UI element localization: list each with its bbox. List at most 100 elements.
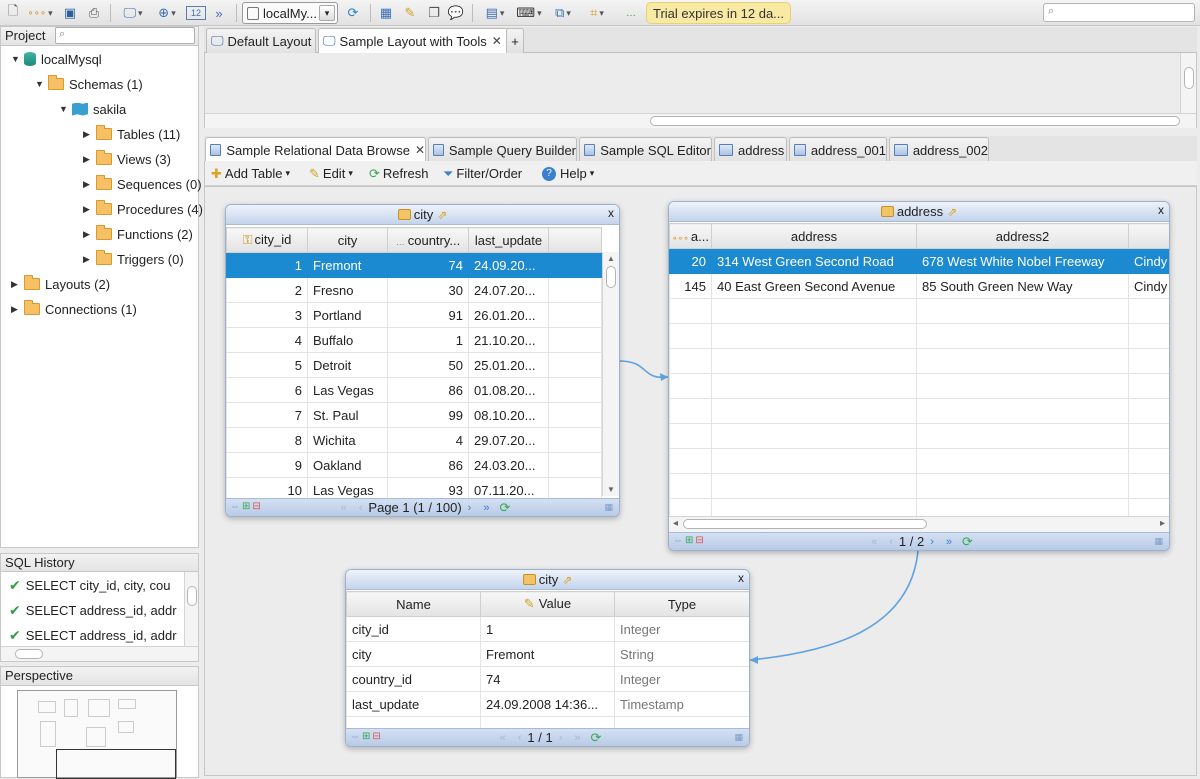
table-cell[interactable]: Fremont: [307, 252, 388, 278]
table-cell[interactable]: Cindy: [1128, 248, 1169, 274]
refresh-icon[interactable]: ⟳: [962, 534, 973, 550]
table-cell[interactable]: [669, 373, 712, 399]
footer-tools-icon[interactable]: ⇔⊞⊟: [230, 501, 263, 512]
table-row[interactable]: 7 St. Paul 99 08.10.20...: [226, 402, 602, 428]
table-row[interactable]: 5 Detroit 50 25.01.20...: [226, 352, 602, 378]
table-cell[interactable]: 4: [226, 327, 308, 353]
table-cell[interactable]: [669, 473, 712, 499]
resize-grip-icon[interactable]: ▦: [734, 732, 743, 743]
table-cell[interactable]: [548, 277, 602, 303]
table-cell[interactable]: [1128, 398, 1169, 424]
expand-icon[interactable]: ⇗: [947, 205, 957, 219]
column-header[interactable]: address: [711, 223, 917, 249]
table-cell[interactable]: 74: [480, 666, 615, 692]
resize-grip-icon[interactable]: ▦: [1154, 536, 1163, 547]
column-header[interactable]: [1128, 223, 1169, 249]
table-cell[interactable]: [916, 398, 1129, 424]
table-cell[interactable]: [548, 402, 602, 428]
table-row[interactable]: [669, 423, 1169, 449]
table-cell[interactable]: [548, 427, 602, 453]
table-cell[interactable]: [1128, 423, 1169, 449]
table-cell[interactable]: [711, 348, 917, 374]
table-cell[interactable]: [711, 423, 917, 449]
column-header[interactable]: last_update: [468, 227, 549, 253]
close-icon[interactable]: x: [738, 571, 744, 585]
table-row[interactable]: 6 Las Vegas 86 01.08.20...: [226, 377, 602, 403]
table-cell[interactable]: [711, 323, 917, 349]
column-header[interactable]: Type: [614, 591, 749, 617]
table-row[interactable]: 145 40 East Green Second Avenue 85 South G…: [669, 273, 1169, 299]
table-cell[interactable]: city_id: [346, 616, 481, 642]
table-cell[interactable]: Detroit: [307, 352, 388, 378]
table-cell[interactable]: 40 East Green Second Avenue: [711, 273, 917, 299]
table-cell[interactable]: 8: [226, 427, 308, 453]
scrollbar-thumb[interactable]: [683, 519, 927, 529]
expand-icon[interactable]: ⇗: [437, 208, 447, 222]
frame-title-bar[interactable]: city ⇗ x: [226, 205, 619, 225]
table-cell[interactable]: [1128, 298, 1169, 324]
table-cell[interactable]: Timestamp: [614, 691, 749, 717]
table-cell[interactable]: 08.10.20...: [468, 402, 549, 428]
table-cell[interactable]: Wichita: [307, 427, 388, 453]
expand-icon[interactable]: ⇗: [562, 573, 572, 587]
table-cell[interactable]: [916, 448, 1129, 474]
column-header[interactable]: address2: [916, 223, 1129, 249]
table-row[interactable]: [669, 348, 1169, 374]
table-cell[interactable]: 99: [387, 402, 469, 428]
next-page-icon[interactable]: ›: [930, 536, 934, 548]
table-cell[interactable]: 50: [387, 352, 469, 378]
table-cell[interactable]: [1128, 348, 1169, 374]
city-detail-frame[interactable]: city ⇗ x Name ✎ Value Type city_id 1 Integer cit…: [345, 569, 750, 747]
table-row[interactable]: [669, 473, 1169, 499]
table-cell[interactable]: Buffalo: [307, 327, 388, 353]
table-cell[interactable]: 24.07.20...: [468, 277, 549, 303]
table-cell[interactable]: 4: [387, 427, 469, 453]
table-cell[interactable]: [669, 423, 712, 449]
table-row[interactable]: 8 Wichita 4 29.07.20...: [226, 427, 602, 453]
footer-tools-icon[interactable]: ⇔⊞⊟: [350, 731, 383, 742]
table-cell[interactable]: 24.09.20...: [468, 252, 549, 278]
column-header[interactable]: … country...: [387, 227, 469, 253]
table-cell[interactable]: last_update: [346, 691, 481, 717]
table-cell[interactable]: 7: [226, 402, 308, 428]
refresh-icon[interactable]: ⟳: [590, 730, 601, 746]
table-cell[interactable]: 1: [480, 616, 615, 642]
table-cell[interactable]: [711, 473, 917, 499]
table-cell[interactable]: [711, 373, 917, 399]
table-cell[interactable]: Fremont: [480, 641, 615, 667]
city-vertical-scrollbar[interactable]: ▲ ▼: [602, 252, 619, 496]
table-cell[interactable]: 145: [669, 273, 712, 299]
table-row[interactable]: [669, 298, 1169, 324]
table-row[interactable]: [669, 373, 1169, 399]
table-row[interactable]: 4 Buffalo 1 21.10.20...: [226, 327, 602, 353]
footer-tools-icon[interactable]: ⇔⊞⊟: [673, 535, 706, 546]
frame-title-bar[interactable]: address ⇗ x: [669, 202, 1169, 222]
column-header[interactable]: Name: [346, 591, 481, 617]
table-cell[interactable]: [548, 452, 602, 478]
table-cell[interactable]: 91: [387, 302, 469, 328]
table-cell[interactable]: country_id: [346, 666, 481, 692]
table-cell[interactable]: 21.10.20...: [468, 327, 549, 353]
table-cell[interactable]: [548, 302, 602, 328]
table-cell[interactable]: [669, 398, 712, 424]
next-page-icon[interactable]: ›: [468, 502, 472, 514]
table-cell[interactable]: 30: [387, 277, 469, 303]
chevron-right-icon[interactable]: ▸: [1160, 518, 1165, 529]
table-row[interactable]: city Fremont String: [346, 641, 749, 667]
column-header[interactable]: ∘∘∘ a...: [669, 223, 712, 249]
scrollbar-thumb[interactable]: [606, 266, 616, 288]
table-cell[interactable]: 85 South Green New Way: [916, 273, 1129, 299]
last-page-icon[interactable]: »: [483, 502, 489, 514]
table-row[interactable]: [669, 398, 1169, 424]
table-cell[interactable]: [916, 473, 1129, 499]
table-row[interactable]: 20 314 West Green Second Road 678 West Whi…: [669, 248, 1169, 274]
table-cell[interactable]: 86: [387, 452, 469, 478]
table-cell[interactable]: 678 West White Nobel Freeway: [916, 248, 1129, 274]
table-cell[interactable]: [916, 298, 1129, 324]
table-row[interactable]: 9 Oakland 86 24.03.20...: [226, 452, 602, 478]
table-cell[interactable]: [1128, 448, 1169, 474]
table-cell[interactable]: [711, 298, 917, 324]
table-cell[interactable]: [548, 252, 602, 278]
table-cell[interactable]: [711, 448, 917, 474]
table-row[interactable]: country_id 74 Integer: [346, 666, 749, 692]
